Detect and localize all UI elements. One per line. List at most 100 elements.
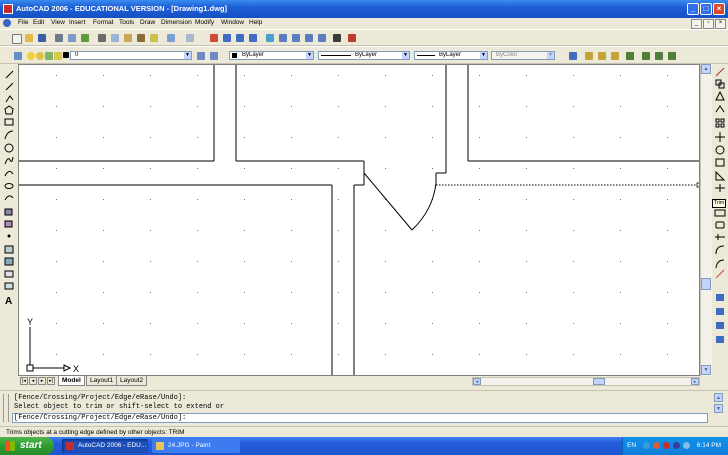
close-button[interactable]: × (713, 3, 725, 15)
maximize-button[interactable]: □ (700, 3, 712, 15)
redo-icon[interactable] (186, 34, 194, 42)
previous-tab-button[interactable]: ◂ (29, 377, 37, 385)
drawing-canvas[interactable]: Y X (18, 64, 700, 376)
plotstyle-dropdown[interactable]: ByColor ▼ (491, 51, 555, 60)
make-current-layer-icon[interactable] (197, 52, 205, 60)
help-icon[interactable] (348, 34, 356, 42)
vertical-scrollbar[interactable]: ▲ ▼ (700, 64, 712, 376)
tool-settings-icon[interactable] (668, 52, 676, 60)
new-icon[interactable] (12, 34, 22, 44)
scroll-left-button[interactable]: ◂ (473, 378, 481, 385)
mdi-close-button[interactable]: × (715, 19, 726, 29)
mdi-restore-button[interactable]: ▫ (703, 19, 714, 29)
menu-format[interactable]: Format (93, 19, 114, 26)
taskbar-item-paint[interactable]: 24.JPG - Paint (152, 439, 240, 453)
zoom-window-icon[interactable] (236, 34, 244, 42)
tray-app-icon[interactable] (673, 442, 680, 449)
design-center-icon[interactable] (279, 34, 287, 42)
layer-manager-icon[interactable] (14, 52, 22, 60)
paste-icon[interactable] (124, 34, 132, 42)
workspace-settings-icon[interactable] (642, 52, 650, 60)
grid-dot (432, 354, 433, 355)
drawing-geometry[interactable]: Y X (19, 65, 700, 376)
last-tab-button[interactable]: ▸| (47, 377, 55, 385)
security-icon[interactable] (663, 442, 670, 449)
next-tab-button[interactable]: ▸ (38, 377, 46, 385)
scroll-down-button[interactable]: ▼ (701, 365, 711, 375)
menu-window[interactable]: Window (221, 19, 244, 26)
menu-help[interactable]: Help (249, 19, 262, 26)
minimize-button[interactable]: _ (687, 3, 699, 15)
tool-palettes-icon[interactable] (292, 34, 300, 42)
save-icon[interactable] (38, 34, 46, 42)
menu-draw[interactable]: Draw (140, 19, 155, 26)
break-icon (715, 234, 725, 240)
antivirus-icon[interactable] (653, 442, 660, 449)
grid-dot (620, 230, 621, 231)
menu-file[interactable]: File (18, 19, 28, 26)
layer-plot-icon[interactable] (54, 52, 62, 60)
grid-dot (620, 168, 621, 169)
zoom-previous-icon[interactable] (249, 34, 257, 42)
scroll-thumb[interactable] (701, 278, 711, 290)
command-scroll-down-button[interactable]: ▼ (714, 404, 723, 413)
markup-icon[interactable] (318, 34, 326, 42)
layer-previous-icon[interactable] (210, 52, 218, 60)
volume-icon[interactable] (683, 442, 690, 449)
grid-dot (56, 199, 57, 200)
sheet-set-icon[interactable] (305, 34, 313, 42)
cut-icon[interactable] (98, 34, 106, 42)
menu-tools[interactable]: Tools (119, 19, 134, 26)
calculator-icon[interactable] (333, 34, 341, 42)
styles-icon[interactable] (569, 52, 577, 60)
lineweight-dropdown[interactable]: ByLayer ▼ (414, 51, 488, 60)
plot-icon[interactable] (55, 34, 63, 42)
chevron-down-icon: ▼ (547, 52, 554, 59)
dimension-style-icon[interactable] (598, 52, 606, 60)
horizontal-scroll-thumb[interactable] (593, 378, 605, 385)
block-editor-icon[interactable] (150, 34, 158, 42)
menu-dimension[interactable]: Dimension (161, 19, 192, 26)
menu-edit[interactable]: Edit (33, 19, 44, 26)
menu-view[interactable]: View (51, 19, 65, 26)
tab-model[interactable]: Model (58, 376, 85, 386)
layer-dropdown[interactable]: 0 ▼ (70, 51, 192, 60)
undo-icon[interactable] (167, 34, 175, 42)
publish-icon[interactable] (81, 34, 89, 42)
properties-icon[interactable] (266, 34, 274, 42)
zoom-realtime-icon[interactable] (223, 34, 231, 42)
layer-freeze-icon[interactable] (36, 52, 44, 60)
table-style-icon[interactable] (611, 52, 619, 60)
autocad-app-icon[interactable] (3, 4, 13, 14)
command-scroll-up-button[interactable]: ▲ (714, 393, 723, 402)
command-input[interactable]: [Fence/Crossing/Project/Edge/eRase/Undo]… (12, 413, 708, 423)
pan-icon[interactable] (210, 34, 218, 42)
tab-layout1[interactable]: Layout1 (86, 376, 118, 386)
workspaces-icon[interactable] (626, 52, 634, 60)
document-icon[interactable] (3, 19, 11, 27)
menu-modify[interactable]: Modify (195, 19, 214, 26)
command-window-grip[interactable] (3, 394, 9, 422)
scroll-right-button[interactable]: ▸ (691, 378, 699, 385)
first-tab-button[interactable]: |◂ (20, 377, 28, 385)
linetype-dropdown[interactable]: ByLayer ▼ (318, 51, 410, 60)
open-icon[interactable] (25, 34, 33, 42)
grid-dot (244, 261, 245, 262)
mdi-minimize-button[interactable]: _ (691, 19, 702, 29)
language-indicator[interactable]: EN (627, 442, 636, 449)
color-dropdown[interactable]: ByLayer ▼ (229, 51, 314, 60)
plot-preview-icon[interactable] (68, 34, 76, 42)
horizontal-scrollbar[interactable]: ◂ ▸ (472, 377, 700, 386)
text-style-icon[interactable] (585, 52, 593, 60)
start-button[interactable]: start (0, 437, 54, 455)
layer-on-icon[interactable] (27, 52, 35, 60)
network-icon[interactable] (643, 442, 650, 449)
scroll-up-button[interactable]: ▲ (701, 64, 711, 74)
menu-insert[interactable]: Insert (69, 19, 85, 26)
layer-lock-icon[interactable] (45, 52, 53, 60)
customize-icon[interactable] (655, 52, 663, 60)
tab-layout2[interactable]: Layout2 (116, 376, 148, 386)
match-properties-icon[interactable] (137, 34, 145, 42)
taskbar-item-autocad[interactable]: AutoCAD 2006 - EDU... (62, 439, 148, 453)
copy-icon[interactable] (111, 34, 119, 42)
